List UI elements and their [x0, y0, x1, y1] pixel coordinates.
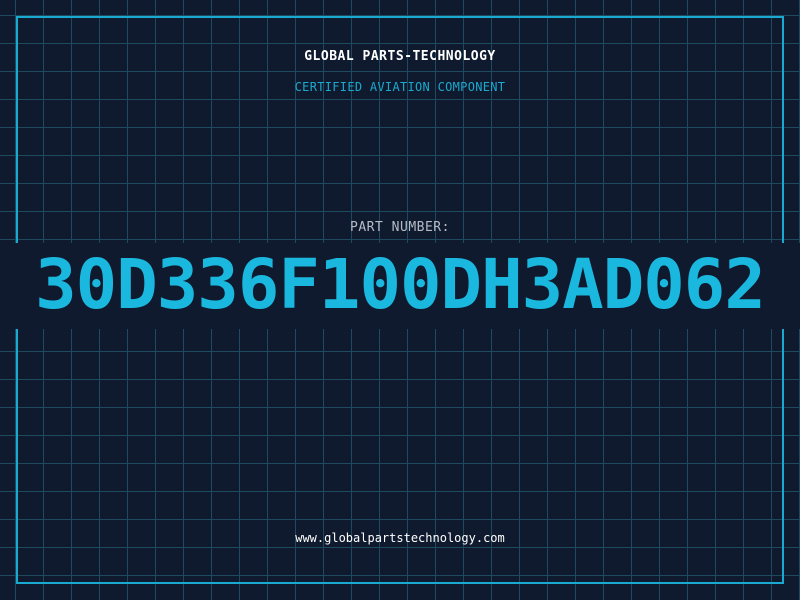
label-canvas: GLOBAL PARTS-TECHNOLOGY CERTIFIED AVIATI… [0, 0, 800, 600]
website-url: www.globalpartstechnology.com [295, 531, 505, 545]
part-number-label: PART NUMBER: [350, 220, 450, 235]
brand-title: GLOBAL PARTS-TECHNOLOGY [304, 49, 496, 64]
brand-subtitle: CERTIFIED AVIATION COMPONENT [294, 80, 506, 94]
part-number-value: 30D336F100DH3AD062 [35, 245, 766, 325]
